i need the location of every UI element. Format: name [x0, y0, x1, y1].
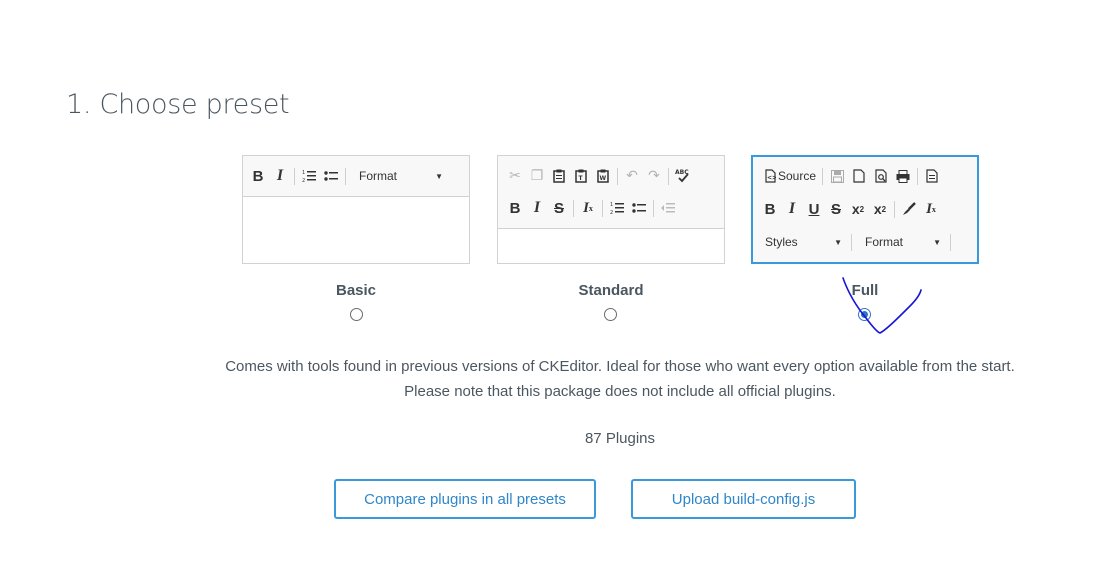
toolbar-separator — [573, 199, 574, 217]
toolbar-separator — [851, 233, 852, 251]
preset-label-full: Full — [851, 282, 879, 299]
cut-icon: ✂ — [509, 168, 521, 184]
editor-toolbar: <> Source B I U S x 2 x 2 I x Styles ▼ F… — [753, 157, 977, 262]
redo-icon: ↷ — [648, 168, 660, 184]
svg-text:2: 2 — [302, 178, 305, 183]
remove-format-icon: Ix — [926, 200, 936, 217]
templates-icon — [921, 166, 943, 186]
paste-text-icon: T — [570, 166, 592, 186]
preset-radio-basic[interactable] — [350, 308, 363, 321]
svg-text:1: 1 — [610, 202, 613, 208]
preset-description-line-2: Please note that this package does not i… — [404, 383, 836, 400]
page-title: 1. Choose preset — [66, 89, 290, 120]
bold-icon: B — [252, 167, 264, 185]
remove-format-icon: Ix — [583, 199, 593, 216]
undo-icon: ↶ — [626, 168, 638, 184]
editor-toolbar: ✂ ❐ T W ↶ ↷ ABC B I S I x 1 2 — [498, 156, 724, 229]
bulleted-list-icon — [320, 166, 342, 186]
source-button: <> Source — [759, 166, 819, 186]
svg-text:T: T — [579, 175, 584, 182]
source-label: Source — [778, 169, 817, 183]
paste-word-icon: W — [592, 166, 614, 186]
copy-format-brush-icon — [898, 199, 920, 219]
copy-icon: ❐ — [530, 168, 544, 184]
toolbar-separator — [950, 233, 951, 251]
toolbar-separator — [668, 167, 669, 185]
svg-text:<>: <> — [767, 175, 776, 182]
strikethrough-icon: S — [830, 200, 841, 218]
format-combo: Format ▼ — [349, 169, 449, 183]
preset-basic-preview[interactable]: B I 12 Format ▼ — [242, 155, 470, 264]
strikethrough-icon: S — [553, 199, 564, 217]
bold-icon: B — [509, 199, 521, 217]
bold-icon: B — [764, 200, 776, 218]
svg-text:1: 1 — [302, 170, 305, 176]
editor-preview-standard[interactable]: ✂ ❐ T W ↶ ↷ ABC B I S I x 1 2 — [497, 155, 725, 264]
toolbar-separator — [917, 167, 919, 185]
preset-full-preview[interactable]: <> Source B I U S x 2 x 2 I x Styles ▼ F… — [751, 155, 979, 264]
chevron-down-icon: ▼ — [834, 237, 842, 247]
preview-icon — [870, 166, 892, 186]
toolbar-separator — [653, 199, 654, 217]
chevron-down-icon: ▼ — [435, 171, 443, 181]
toolbar-separator — [602, 199, 603, 217]
source-icon: <> — [762, 166, 778, 186]
new-page-icon — [848, 166, 870, 186]
editor-toolbar: B I 12 Format ▼ — [243, 156, 469, 197]
preset-label-basic: Basic — [335, 282, 377, 299]
paste-icon — [548, 166, 570, 186]
underline-icon: U — [808, 200, 820, 218]
spellcheck-icon: ABC — [672, 166, 694, 186]
svg-text:W: W — [600, 175, 607, 182]
format-combo: Format ▼ — [855, 235, 947, 249]
preset-radio-full[interactable] — [858, 308, 871, 321]
format-combo-label: Format — [865, 235, 904, 249]
preset-radio-standard[interactable] — [604, 308, 617, 321]
toolbar-separator — [894, 200, 895, 218]
save-icon — [826, 166, 848, 186]
preset-description-line-1: Comes with tools found in previous versi… — [225, 358, 1015, 375]
styles-combo-label: Styles — [765, 235, 798, 249]
toolbar-separator — [294, 167, 295, 185]
numbered-list-icon: 12 — [606, 198, 628, 218]
plugin-count: 87 Plugins — [584, 430, 656, 447]
upload-build-config-button[interactable]: Upload build-config.js — [631, 479, 856, 519]
bulleted-list-icon — [628, 198, 650, 218]
editor-preview-basic[interactable]: B I 12 Format ▼ — [242, 155, 470, 264]
toolbar-separator — [822, 167, 824, 185]
print-icon — [892, 166, 914, 186]
toolbar-separator — [345, 167, 346, 185]
italic-icon: I — [276, 167, 284, 184]
compare-plugins-button[interactable]: Compare plugins in all presets — [334, 479, 596, 519]
italic-icon: I — [788, 200, 796, 217]
svg-text:2: 2 — [610, 210, 613, 215]
preset-standard-preview[interactable]: ✂ ❐ T W ↶ ↷ ABC B I S I x 1 2 — [497, 155, 725, 264]
styles-combo: Styles ▼ — [755, 235, 848, 249]
editor-preview-full[interactable]: <> Source B I U S x 2 x 2 I x Styles ▼ F… — [751, 155, 979, 264]
numbered-list-icon: 12 — [298, 166, 320, 186]
outdent-icon — [657, 198, 679, 218]
toolbar-separator — [617, 167, 618, 185]
chevron-down-icon: ▼ — [933, 237, 941, 247]
format-combo-label: Format — [359, 169, 398, 183]
italic-icon: I — [533, 199, 541, 216]
superscript-icon: x2 — [873, 201, 887, 217]
preset-label-standard: Standard — [578, 282, 644, 299]
subscript-icon: x2 — [851, 201, 865, 217]
